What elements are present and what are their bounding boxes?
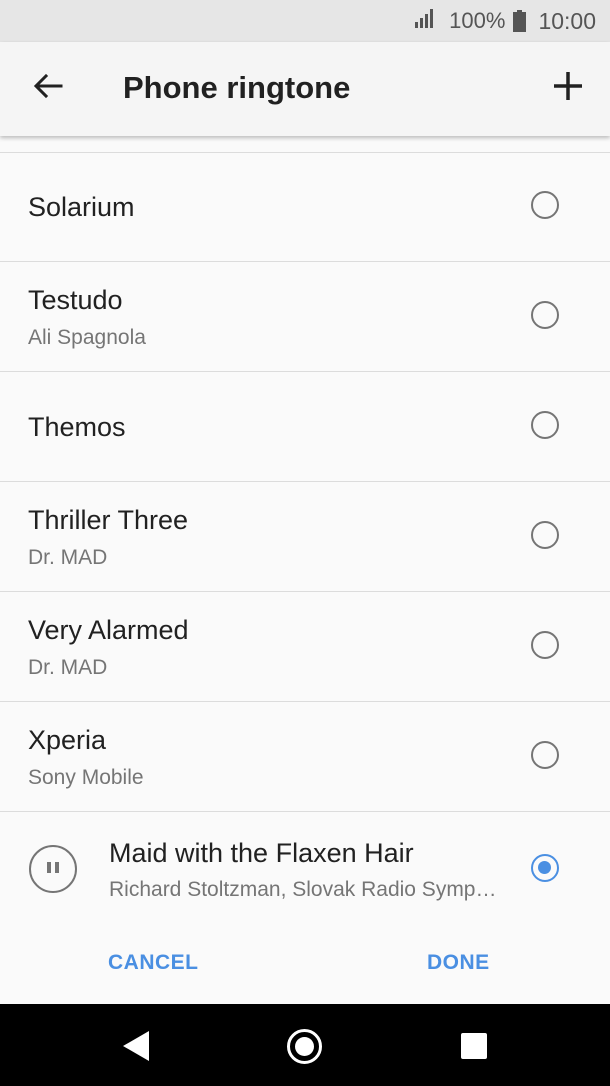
- radio-button[interactable]: [531, 411, 559, 439]
- now-playing-item[interactable]: Maid with the Flaxen Hair Richard Stoltz…: [0, 815, 610, 925]
- radio-button[interactable]: [531, 631, 559, 659]
- status-bar: 100% 10:00: [0, 0, 610, 42]
- ringtone-name: Very Alarmed: [28, 615, 189, 645]
- list-item[interactable]: Solarium: [0, 152, 610, 262]
- now-playing-artist: Richard Stoltzman, Slovak Radio Symphony…: [109, 878, 497, 901]
- ringtone-name: Xperia: [28, 725, 107, 755]
- list-item[interactable]: Themos: [0, 372, 610, 482]
- ringtone-artist: Ali Spagnola: [28, 326, 146, 349]
- nav-back-icon[interactable]: [121, 1029, 151, 1063]
- ringtone-artist: Dr. MAD: [28, 546, 108, 569]
- ringtone-artist: Sony Mobile: [28, 766, 144, 789]
- cancel-button[interactable]: CANCEL: [108, 951, 199, 975]
- radio-button[interactable]: [531, 521, 559, 549]
- nav-recents-icon[interactable]: [461, 1033, 487, 1059]
- radio-button[interactable]: [531, 191, 559, 219]
- battery-icon: [513, 10, 527, 32]
- pause-icon: [45, 860, 61, 878]
- radio-button-selected[interactable]: [531, 854, 559, 882]
- ringtone-list: Solarium Testudo Ali Spagnola Themos Thr…: [0, 152, 610, 812]
- pause-button[interactable]: [29, 845, 77, 893]
- done-button[interactable]: DONE: [427, 951, 490, 975]
- plus-icon: [552, 70, 584, 107]
- list-item[interactable]: Thriller Three Dr. MAD: [0, 482, 610, 592]
- dialog-actions: CANCEL DONE: [0, 925, 610, 1005]
- list-item[interactable]: Xperia Sony Mobile: [0, 702, 610, 812]
- system-nav-bar: [0, 1004, 610, 1086]
- list-item[interactable]: Very Alarmed Dr. MAD: [0, 592, 610, 702]
- back-button[interactable]: [26, 66, 70, 110]
- signal-icon: [413, 7, 437, 35]
- add-ringtone-button[interactable]: [546, 66, 590, 110]
- ringtone-name: Thriller Three: [28, 505, 189, 535]
- now-playing-title: Maid with the Flaxen Hair: [109, 838, 414, 868]
- nav-home-icon[interactable]: [287, 1029, 322, 1064]
- ringtone-artist: Dr. MAD: [28, 656, 108, 679]
- app-bar: Phone ringtone: [0, 42, 610, 136]
- ringtone-name: Testudo: [28, 285, 123, 315]
- radio-button[interactable]: [531, 741, 559, 769]
- page-title: Phone ringtone: [123, 70, 351, 105]
- ringtone-name: Solarium: [28, 192, 135, 222]
- radio-button[interactable]: [531, 301, 559, 329]
- ringtone-name: Themos: [28, 412, 126, 442]
- list-item[interactable]: Testudo Ali Spagnola: [0, 262, 610, 372]
- clock: 10:00: [538, 7, 596, 34]
- arrow-left-icon: [33, 73, 63, 104]
- battery-percent: 100%: [449, 8, 506, 33]
